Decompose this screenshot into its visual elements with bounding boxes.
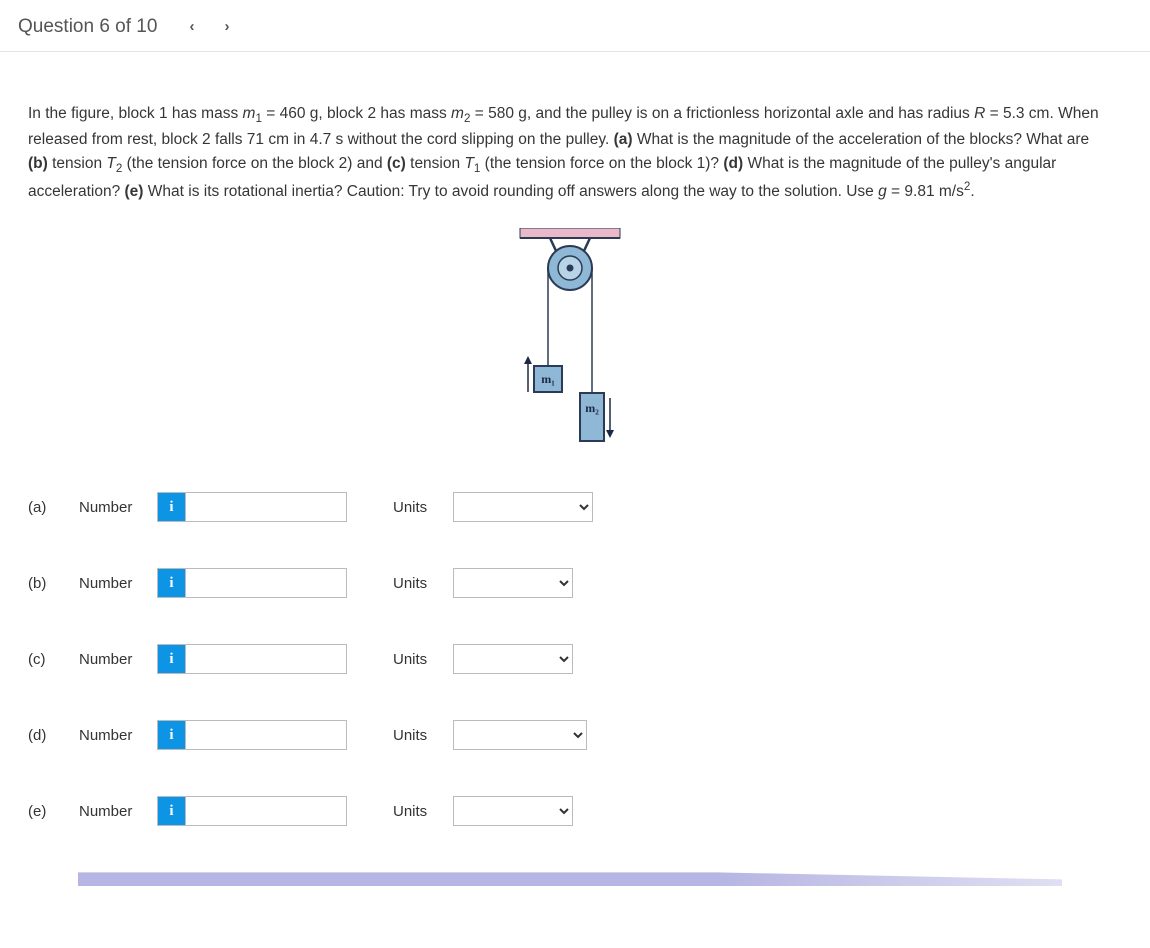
part-label-a: (a): [28, 499, 63, 516]
units-label: Units: [393, 651, 437, 668]
units-label: Units: [393, 575, 437, 592]
info-icon[interactable]: i: [158, 493, 186, 521]
number-label: Number: [79, 803, 141, 820]
number-input-group-d: i: [157, 720, 347, 750]
prev-question-button[interactable]: ‹: [185, 14, 198, 39]
figure-container: m₁ m₂: [28, 228, 1112, 458]
answer-section: (a)NumberiUnits(b)NumberiUnits(c)Numberi…: [28, 492, 1112, 826]
part-label-d: (d): [28, 727, 63, 744]
part-label-b: (b): [28, 575, 63, 592]
units-select-b[interactable]: [453, 568, 573, 598]
number-input-c[interactable]: [186, 645, 346, 673]
info-icon[interactable]: i: [158, 645, 186, 673]
question-header: Question 6 of 10 ‹ ›: [0, 0, 1150, 52]
question-title: Question 6 of 10: [18, 16, 157, 38]
number-input-e[interactable]: [186, 797, 346, 825]
part-label-e: (e): [28, 803, 63, 820]
number-input-b[interactable]: [186, 569, 346, 597]
info-icon[interactable]: i: [158, 721, 186, 749]
number-label: Number: [79, 499, 141, 516]
units-label: Units: [393, 499, 437, 516]
units-select-e[interactable]: [453, 796, 573, 826]
problem-statement: In the figure, block 1 has mass m1 = 460…: [28, 102, 1112, 204]
answer-row-a: (a) Numberi Units: [28, 492, 1112, 522]
number-label: Number: [79, 727, 141, 744]
units-label: Units: [393, 803, 437, 820]
units-select-a[interactable]: [453, 492, 593, 522]
number-input-a[interactable]: [186, 493, 346, 521]
answer-row-e: (e) Numberi Units: [28, 796, 1112, 826]
pulley-figure: m₁ m₂: [510, 228, 630, 458]
m1-label: m₁: [541, 372, 555, 386]
number-input-group-b: i: [157, 568, 347, 598]
part-label-c: (c): [28, 651, 63, 668]
next-question-button[interactable]: ›: [220, 14, 233, 39]
units-label: Units: [393, 727, 437, 744]
number-input-d[interactable]: [186, 721, 346, 749]
units-select-d[interactable]: [453, 720, 587, 750]
number-label: Number: [79, 651, 141, 668]
info-icon[interactable]: i: [158, 797, 186, 825]
number-input-group-c: i: [157, 644, 347, 674]
answer-row-c: (c) Numberi Units: [28, 644, 1112, 674]
info-icon[interactable]: i: [158, 569, 186, 597]
number-label: Number: [79, 575, 141, 592]
answer-row-d: (d) Numberi Units: [28, 720, 1112, 750]
m2-label: m₂: [585, 401, 599, 415]
units-select-c[interactable]: [453, 644, 573, 674]
answer-row-b: (b) Numberi Units: [28, 568, 1112, 598]
number-input-group-e: i: [157, 796, 347, 826]
number-input-group-a: i: [157, 492, 347, 522]
nav-arrows: ‹ ›: [185, 14, 233, 39]
progress-bar: [78, 872, 1062, 886]
